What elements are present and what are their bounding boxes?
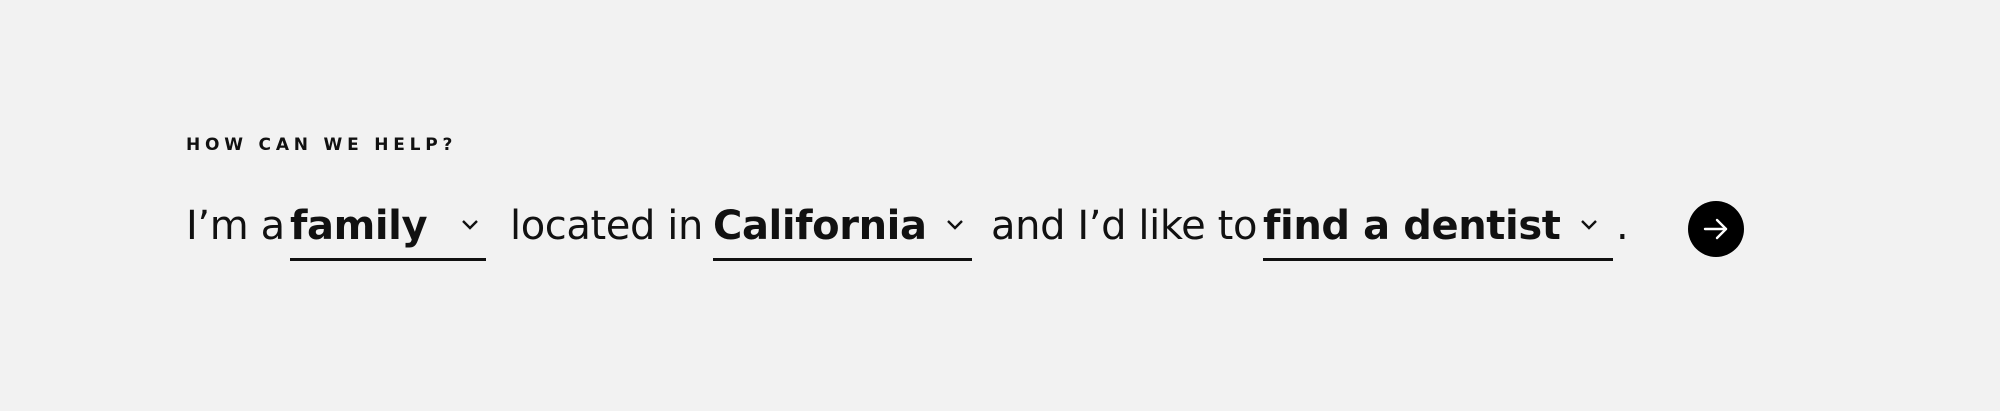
- sentence-middle-1: located in: [510, 203, 703, 249]
- audience-select-value: family: [290, 203, 428, 249]
- sentence-suffix: .: [1616, 203, 1629, 249]
- help-sentence: I’m a family located in California and I…: [186, 196, 1746, 262]
- chevron-down-icon: [1581, 220, 1597, 230]
- sentence-middle-2: and I’d like to: [991, 203, 1258, 249]
- sentence-prefix: I’m a: [186, 203, 285, 249]
- audience-select[interactable]: family: [290, 196, 486, 261]
- action-select[interactable]: find a dentist: [1263, 196, 1613, 261]
- arrow-right-icon: [1703, 218, 1728, 240]
- action-select-value: find a dentist: [1263, 203, 1561, 249]
- help-heading: HOW CAN WE HELP?: [186, 135, 458, 155]
- chevron-down-icon: [947, 220, 963, 230]
- chevron-down-icon: [462, 220, 478, 230]
- submit-button[interactable]: [1688, 201, 1744, 257]
- location-select-value: California: [713, 203, 927, 249]
- location-select[interactable]: California: [713, 196, 972, 261]
